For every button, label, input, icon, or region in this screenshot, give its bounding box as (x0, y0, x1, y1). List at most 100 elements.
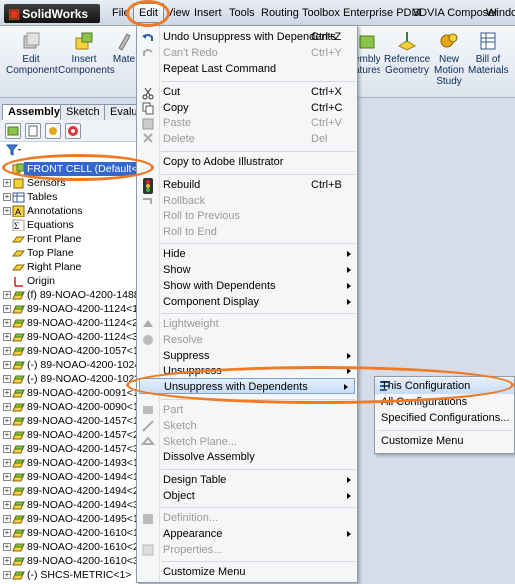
expand-icon[interactable]: + (3, 193, 11, 201)
expand-icon[interactable]: + (3, 557, 11, 565)
tree-item[interactable]: + Sensors (0, 176, 140, 190)
menu-item-undo[interactable]: Undo Unsuppress with Dependents Ctrl+Z (137, 29, 357, 45)
configuration-manager-button[interactable] (45, 123, 61, 139)
menu-item-component-display[interactable]: Component Display (137, 294, 357, 310)
tab-assembly[interactable]: Assembly (2, 104, 66, 120)
tree-item[interactable]: +89-NOAO-4200-1057<1 (0, 344, 140, 358)
menu-item-roll-to-previous[interactable]: Roll to Previous (137, 208, 357, 224)
menu-item-dissolve-assembly[interactable]: Dissolve Assembly (137, 449, 357, 465)
expand-icon[interactable]: + (3, 305, 11, 313)
tree-item[interactable]: + (-) SHCS-METRIC<1> (0, 568, 140, 582)
expand-icon[interactable]: + (3, 417, 11, 425)
tree-item[interactable]: +89-NOAO-4200-1494<2 (0, 484, 140, 498)
submenu-item-customize-menu[interactable]: Customize Menu (375, 433, 514, 449)
menu-item-rebuild[interactable]: Rebuild Ctrl+B (137, 177, 357, 193)
expand-icon[interactable]: + (3, 515, 11, 523)
menu-item-unsuppress-with-dependents[interactable]: Unsuppress with Dependents (139, 378, 355, 394)
expand-icon[interactable]: + (3, 529, 11, 537)
tree-item[interactable]: Front Plane (0, 232, 140, 246)
submenu-item-all-configurations[interactable]: All Configurations (375, 394, 514, 410)
tree-item[interactable]: +89-NOAO-4200-1124<2 (0, 316, 140, 330)
menu-item-repeat-last-command[interactable]: Repeat Last Command (137, 61, 357, 77)
menu-window[interactable]: Window (486, 0, 515, 26)
display-manager-button[interactable] (65, 123, 81, 139)
submenu-item-specified-configurations[interactable]: Specified Configurations... (375, 410, 514, 426)
expand-icon[interactable]: + (3, 431, 11, 439)
menu-item-roll-to-end[interactable]: Roll to End (137, 224, 357, 240)
insert-components-button[interactable]: Insert Components (58, 30, 115, 76)
tree-item[interactable]: +89-NOAO-4200-1610<3 (0, 554, 140, 568)
feature-manager-tree-button[interactable] (5, 123, 21, 139)
tree-item[interactable]: +89-NOAO-4200-1457<2 (0, 428, 140, 442)
tree-item[interactable]: +89-NOAO-4200-1610<1 (0, 526, 140, 540)
menu-item-copy-to-adobe-illustrator[interactable]: Copy to Adobe Illustrator (137, 154, 357, 170)
tree-item[interactable]: +89-NOAO-4200-1494<1 (0, 470, 140, 484)
expand-icon[interactable]: + (3, 571, 11, 579)
menu-item-paste[interactable]: Paste Ctrl+V (137, 115, 357, 131)
menu-file[interactable]: File (112, 0, 130, 26)
tree-item[interactable]: Top Plane (0, 246, 140, 260)
menu-item-design-table[interactable]: Design Table (137, 472, 357, 488)
menu-tools[interactable]: Tools (229, 0, 255, 26)
menu-insert[interactable]: Insert (194, 0, 222, 26)
menu-item-appearance[interactable]: Appearance (137, 526, 357, 542)
expand-icon[interactable]: + (3, 403, 11, 411)
expand-icon[interactable]: + (3, 361, 11, 369)
menu-item-cut[interactable]: Cut Ctrl+X (137, 84, 357, 100)
menu-toolbox[interactable]: Toolbox (302, 0, 340, 26)
reference-geometry-button[interactable]: Reference Geometry (384, 30, 430, 76)
tree-item[interactable]: +89-NOAO-4200-1494<3 (0, 498, 140, 512)
tree-item[interactable]: + A Annotations (0, 204, 140, 218)
expand-icon[interactable]: + (3, 389, 11, 397)
tree-item[interactable]: + (-) 89-NOAO-4200-1024 (0, 358, 140, 372)
expand-icon[interactable]: + (3, 207, 11, 215)
tree-item[interactable]: +89-NOAO-4200-1493<1 (0, 456, 140, 470)
menu-item-sketch-plane[interactable]: Sketch Plane... (137, 434, 357, 450)
expand-icon[interactable]: + (3, 473, 11, 481)
bill-of-materials-button[interactable]: Bill of Materials (468, 30, 509, 76)
menu-item-properties[interactable]: Properties... (137, 542, 357, 558)
expand-icon[interactable]: + (3, 179, 11, 187)
menu-item-show-with-dependents[interactable]: Show with Dependents (137, 278, 357, 294)
expand-icon[interactable]: + (3, 459, 11, 467)
menu-item-copy[interactable]: Copy Ctrl+C (137, 100, 357, 116)
expand-icon[interactable]: + (3, 291, 11, 299)
menu-item-delete[interactable]: Delete Del (137, 131, 357, 147)
tree-item[interactable]: +89-NOAO-4200-0091<1 (0, 386, 140, 400)
menu-item-part[interactable]: Part (137, 402, 357, 418)
tree-item[interactable]: + (-) 89-NOAO-4200-1023 (0, 372, 140, 386)
menu-item-rollback[interactable]: Rollback (137, 193, 357, 209)
new-motion-study-button[interactable]: New Motion Study (433, 30, 465, 87)
tree-item[interactable]: +89-NOAO-4200-1457<1 (0, 414, 140, 428)
tree-item[interactable]: +89-NOAO-4200-0090<1 (0, 400, 140, 414)
tree-item[interactable]: + (f) 89-NOAO-4200-1488 (0, 288, 140, 302)
tree-item[interactable]: +89-NOAO-4200-1610<2 (0, 540, 140, 554)
tab-evaluate[interactable]: Evalu (104, 104, 138, 120)
menu-item-sketch[interactable]: Sketch (137, 418, 357, 434)
expand-icon[interactable]: + (3, 333, 11, 341)
expand-icon[interactable]: + (3, 347, 11, 355)
menu-item-definition[interactable]: Definition... (137, 510, 357, 526)
expand-icon[interactable]: + (3, 501, 11, 509)
expand-icon[interactable]: + (3, 445, 11, 453)
expand-icon[interactable]: + (3, 319, 11, 327)
menu-item-show[interactable]: Show (137, 262, 357, 278)
expand-icon[interactable]: + (3, 543, 11, 551)
tree-root-item[interactable]: FRONT CELL (Default<Disp (0, 162, 140, 176)
property-manager-button[interactable] (25, 123, 41, 139)
menu-item-hide[interactable]: Hide (137, 246, 357, 262)
tree-item[interactable]: Origin (0, 274, 140, 288)
mate-button[interactable]: Mate (112, 30, 136, 65)
menu-item-unsuppress[interactable]: Unsuppress (137, 363, 357, 379)
menu-item-resolve[interactable]: Resolve (137, 332, 357, 348)
expand-icon[interactable]: + (3, 375, 11, 383)
menu-item-suppress[interactable]: Suppress (137, 348, 357, 364)
tree-item[interactable]: +89-NOAO-4200-1124<1 (0, 302, 140, 316)
tree-item[interactable]: Right Plane (0, 260, 140, 274)
expand-icon[interactable]: + (3, 487, 11, 495)
menu-edit[interactable]: Edit (133, 3, 164, 23)
solidworks-logo[interactable]: ▣ SolidWorks (4, 4, 100, 23)
edit-component-button[interactable]: Edit Component (6, 30, 58, 76)
tree-item[interactable]: +89-NOAO-4200-1457<3 (0, 442, 140, 456)
filter-icon[interactable] (6, 144, 22, 156)
